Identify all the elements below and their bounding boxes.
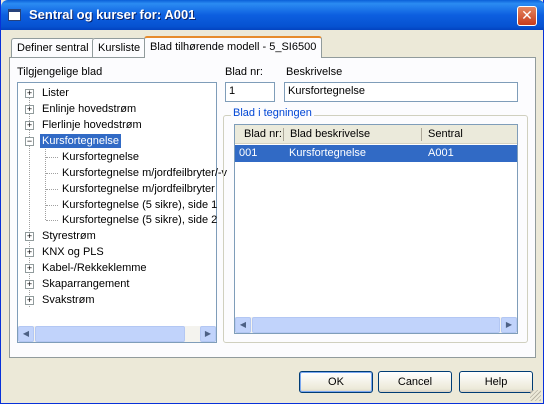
column-header-blad-nr[interactable]: Blad nr: — [244, 128, 282, 140]
blad-nr-value: 1 — [229, 85, 236, 97]
blad-nr-label: Blad nr: — [225, 66, 263, 78]
expand-icon[interactable]: + — [25, 89, 34, 98]
tree-item-label: Flerlinje hovedstrøm — [42, 119, 142, 131]
expand-icon[interactable]: + — [25, 280, 34, 289]
dialog-window: Sentral og kurser for: A001 ✕ Definer se… — [0, 0, 544, 404]
column-header-sentral[interactable]: Sentral — [428, 128, 463, 140]
resize-grip-icon[interactable] — [530, 390, 541, 401]
column-separator[interactable] — [421, 128, 422, 141]
scroll-right-button[interactable]: ▶ — [200, 326, 216, 342]
tree-item-label: Enlinje hovedstrøm — [42, 103, 137, 115]
title-bar[interactable]: Sentral og kurser for: A001 ✕ — [1, 0, 544, 30]
tab-definer-sentral[interactable]: Definer sentral — [11, 38, 95, 57]
blad-nr-input[interactable]: 1 — [225, 82, 275, 102]
close-button[interactable]: ✕ — [517, 6, 537, 26]
tree-line — [46, 205, 58, 206]
tree-line — [46, 173, 58, 174]
chevron-left-icon: ◀ — [22, 329, 30, 338]
cell-blad-nr: 001 — [239, 147, 258, 159]
tab-label: Blad tilhørende modell - 5_SI6500 — [150, 41, 317, 53]
close-icon: ✕ — [521, 7, 533, 23]
expand-icon[interactable]: + — [25, 105, 34, 114]
list-header: Blad nr: Blad beskrivelse Sentral — [235, 125, 517, 144]
tree-item-label: Kursfortegnelse (5 sikre), side 1 — [62, 199, 218, 211]
scroll-thumb[interactable] — [252, 317, 500, 333]
expand-icon[interactable]: + — [25, 296, 34, 305]
scroll-left-button[interactable]: ◀ — [235, 317, 251, 333]
list-horizontal-scrollbar[interactable]: ◀ ▶ — [235, 317, 517, 333]
chevron-right-icon: ▶ — [204, 329, 212, 338]
expand-icon[interactable]: + — [25, 121, 34, 130]
tree-item-label: Kursfortegnelse m/jordfeilbryter/-v — [62, 167, 228, 179]
tree-line — [46, 157, 58, 158]
available-sheets-label: Tilgjengelige blad — [17, 66, 103, 78]
tree-item-label: Styrestrøm — [42, 230, 96, 242]
list-row[interactable]: 001 Kursfortegnelse A001 — [235, 145, 517, 162]
tree-item-label: Kursfortegnelse — [38, 133, 123, 149]
ok-button[interactable]: OK — [299, 371, 373, 393]
cell-beskrivelse: Kursfortegnelse — [289, 147, 367, 159]
group-label: Blad i tegningen — [231, 107, 314, 119]
tab-label: Kursliste — [98, 42, 141, 54]
tree-item-label: Kabel-/Rekkeklemme — [42, 262, 147, 274]
window-icon — [8, 9, 21, 21]
tree-horizontal-scrollbar[interactable]: ◀ ▶ — [18, 326, 216, 342]
tab-kursliste[interactable]: Kursliste — [92, 38, 147, 57]
tree-line — [46, 189, 58, 190]
expand-icon[interactable]: + — [25, 232, 34, 241]
chevron-right-icon: ▶ — [505, 320, 513, 329]
help-button[interactable]: Help — [459, 371, 533, 393]
tree-item-label: Skaparrangement — [42, 278, 130, 290]
tree-item-label: Lister — [42, 87, 69, 99]
sheet-tree[interactable]: + Lister + Enlinje hovedstrøm + Flerlinj… — [17, 82, 227, 343]
column-header-beskrivelse[interactable]: Blad beskrivelse — [290, 128, 370, 140]
beskrivelse-input[interactable]: Kursfortegnelse — [284, 82, 518, 102]
beskrivelse-label: Beskrivelse — [286, 66, 343, 78]
tree-item-label: Kursfortegnelse — [62, 151, 140, 163]
tree-item-label: KNX og PLS — [42, 246, 104, 258]
tree-line — [46, 220, 58, 221]
tree-item-label: Kursfortegnelse m/jordfeilbryter — [62, 183, 215, 195]
tree-item-label: Svakstrøm — [42, 294, 95, 306]
tree-item-label: Kursfortegnelse (5 sikre), side 2 — [62, 214, 218, 226]
tab-label: Definer sentral — [17, 42, 89, 54]
ok-button-label: OK — [328, 376, 344, 388]
beskrivelse-value: Kursfortegnelse — [288, 85, 366, 97]
scroll-left-button[interactable]: ◀ — [18, 326, 34, 342]
cancel-button-label: Cancel — [397, 376, 433, 388]
scroll-right-button[interactable]: ▶ — [501, 317, 517, 333]
expand-icon[interactable]: + — [25, 248, 34, 257]
expand-icon[interactable]: + — [25, 264, 34, 273]
chevron-left-icon: ◀ — [239, 320, 247, 329]
tab-blad-tilhorende-modell[interactable]: Blad tilhørende modell - 5_SI6500 — [144, 36, 323, 58]
cancel-button[interactable]: Cancel — [378, 371, 452, 393]
collapse-icon[interactable]: − — [25, 137, 34, 146]
scroll-thumb[interactable] — [35, 326, 185, 342]
window-title: Sentral og kurser for: A001 — [29, 7, 196, 22]
column-separator[interactable] — [283, 128, 284, 141]
cell-sentral: A001 — [428, 147, 454, 159]
help-button-label: Help — [484, 376, 508, 388]
